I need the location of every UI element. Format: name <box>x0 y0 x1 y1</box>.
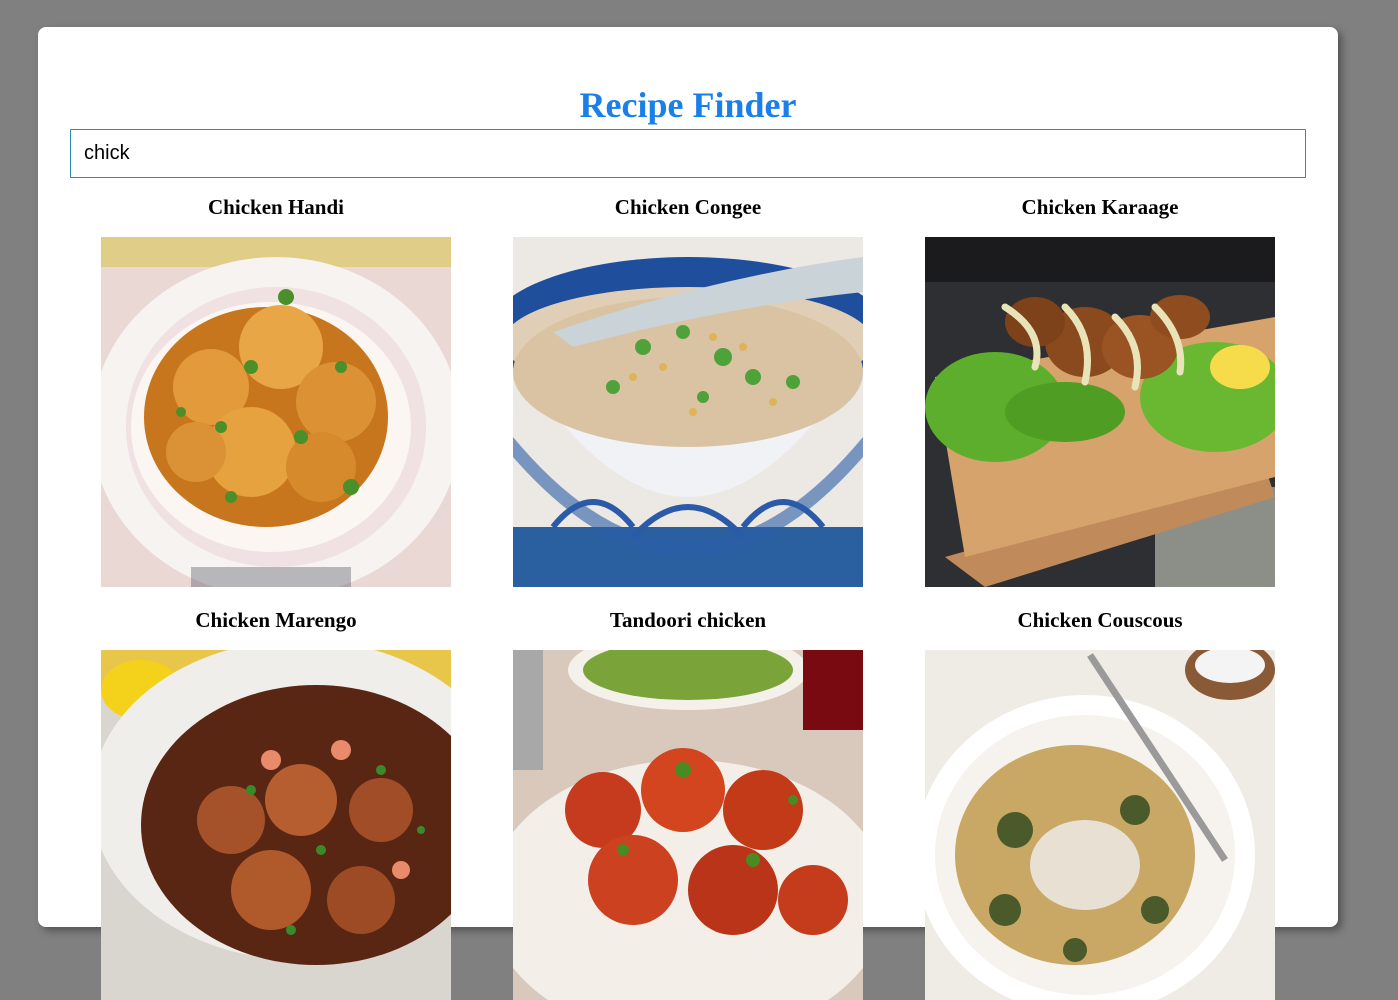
recipe-name[interactable]: Chicken Marengo <box>61 607 491 633</box>
recipe-name[interactable]: Chicken Congee <box>473 194 903 220</box>
recipe-image[interactable] <box>101 650 451 1000</box>
recipe-image[interactable] <box>101 237 451 587</box>
recipe-grid: Chicken Handi Chicken Congee Chicken Kar… <box>38 27 1338 1000</box>
recipe-finder-card: Recipe Finder Chicken Handi <box>38 27 1338 1000</box>
recipe-name[interactable]: Tandoori chicken <box>473 607 903 633</box>
recipe-name[interactable]: Chicken Karaage <box>885 194 1315 220</box>
recipe-name[interactable]: Chicken Handi <box>61 194 491 220</box>
recipe-name[interactable]: Chicken Couscous <box>885 607 1315 633</box>
recipe-image[interactable] <box>513 650 863 1000</box>
recipe-image[interactable] <box>513 237 863 587</box>
recipe-image[interactable] <box>925 237 1275 587</box>
recipe-image[interactable] <box>925 650 1275 1000</box>
